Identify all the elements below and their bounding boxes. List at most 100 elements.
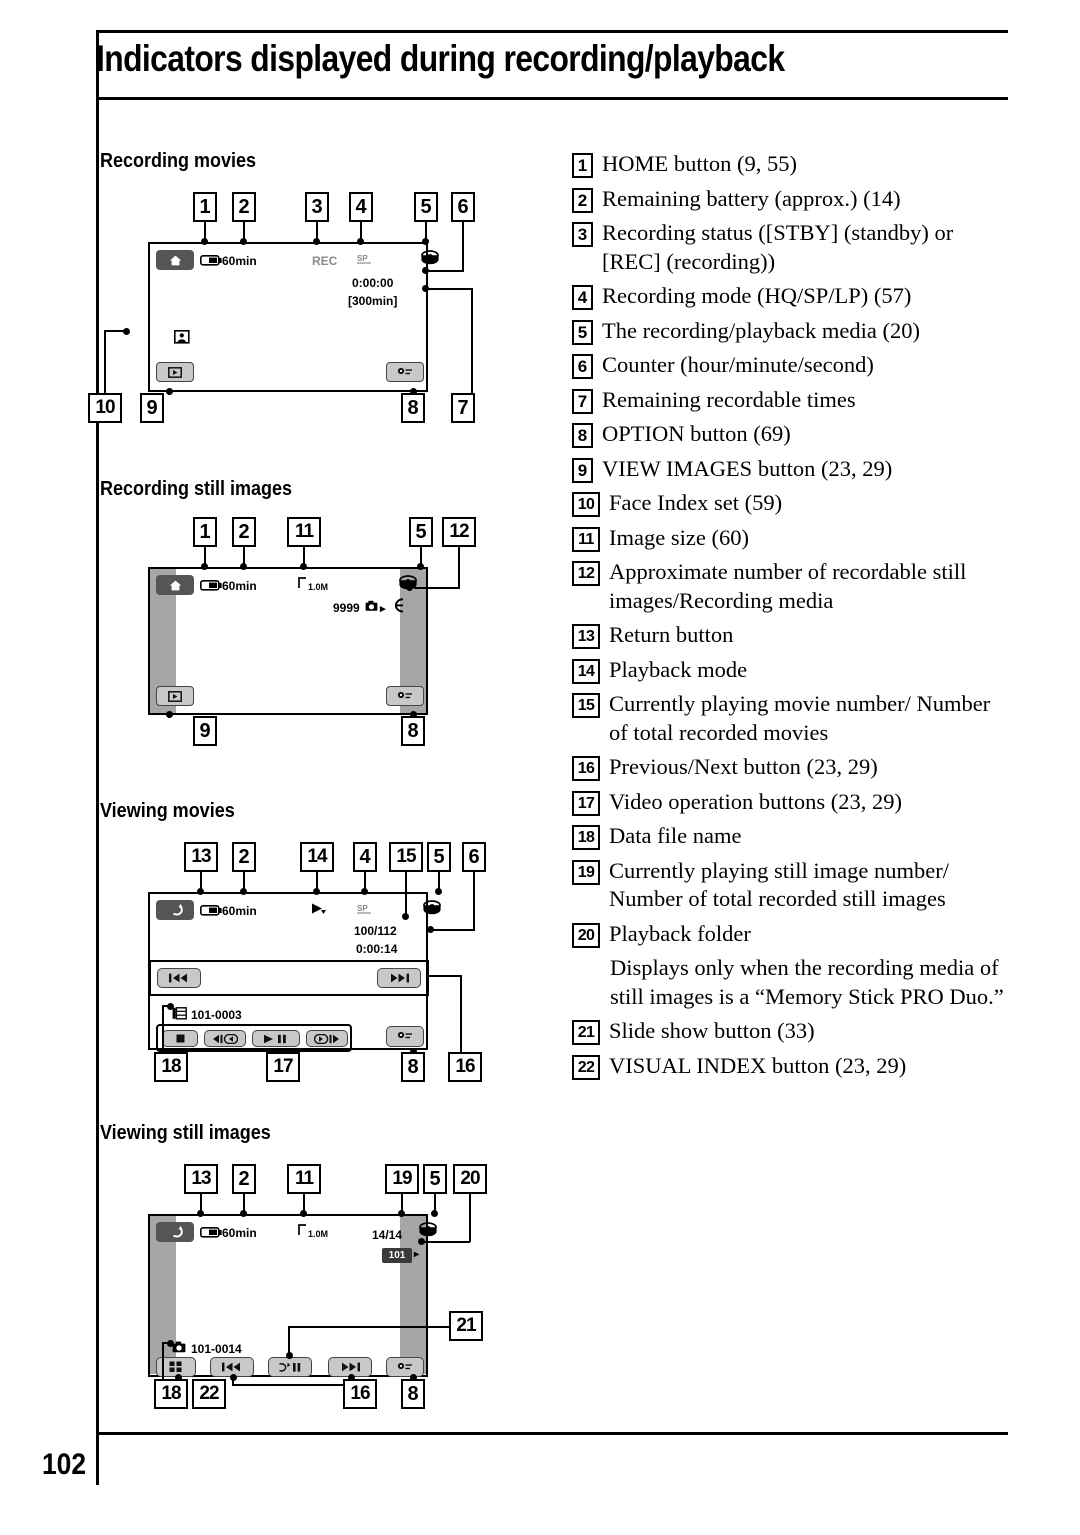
previous-icon	[222, 1362, 240, 1372]
view-images-button-still[interactable]	[156, 686, 194, 706]
callout-vs-22: 22	[192, 1379, 226, 1409]
legend-number: 9	[572, 457, 593, 483]
movie-file-icon	[172, 1007, 187, 1020]
home-icon	[169, 580, 181, 590]
leader-vs-20b	[424, 1241, 470, 1243]
legend-number: 15	[572, 693, 600, 718]
face-index-icon	[174, 330, 190, 344]
battery-icon	[200, 1227, 222, 1238]
anchor-dot-vs-20	[418, 1238, 425, 1245]
view-images-icon	[168, 690, 182, 702]
next-button[interactable]	[377, 968, 421, 988]
next-icon	[391, 973, 409, 983]
next-icon	[342, 1362, 360, 1372]
callout-2: 2	[232, 192, 256, 222]
anchor-dot-vs-5	[431, 1210, 438, 1217]
legend-item-17: 17 Video operation buttons (23, 29)	[572, 788, 1012, 817]
callout-vs-13: 13	[184, 1164, 218, 1194]
leader-vs-16b	[232, 1384, 350, 1386]
option-icon	[397, 1362, 412, 1369]
callout-vm-15: 15	[389, 842, 423, 872]
callout-vs-20: 20	[453, 1164, 487, 1194]
image-size-text: 1.0M	[308, 1229, 329, 1239]
home-button-still[interactable]	[156, 575, 194, 595]
option-button-still[interactable]	[386, 686, 424, 706]
legend-label: Approximate number of recordable still i…	[609, 559, 967, 613]
option-button-viewing-movies[interactable]	[386, 1026, 424, 1047]
view-images-button[interactable]	[156, 362, 194, 382]
callout-vm-5: 5	[427, 842, 451, 872]
legend-number: 11	[572, 526, 600, 552]
return-button-still[interactable]	[156, 1222, 194, 1242]
stop-icon	[176, 1034, 184, 1043]
recording-media-icon	[421, 250, 439, 265]
option-button-viewing-still[interactable]	[386, 1357, 424, 1377]
anchor-dot-7	[422, 285, 429, 292]
battery-icon	[200, 905, 222, 916]
callout-vs-18: 18	[154, 1379, 188, 1409]
anchor-dot-vm-6	[427, 926, 434, 933]
section-heading-viewing-movies: Viewing movies	[100, 800, 235, 822]
anchor-dot-1	[201, 238, 208, 245]
callout-vs-8: 8	[401, 1379, 425, 1409]
callout-still-5: 5	[409, 517, 433, 547]
anchor-dot-vm-13	[197, 888, 204, 895]
legend-item-13: 13 Return button	[572, 621, 1012, 650]
legend-item-12: 12 Approximate number of recordable stil…	[572, 558, 1012, 615]
slide-show-button[interactable]	[268, 1357, 312, 1377]
play-pause-button[interactable]	[252, 1030, 300, 1047]
battery-remaining-text: 60min	[222, 579, 257, 593]
recording-media-icon	[419, 1222, 437, 1237]
callout-still-8: 8	[401, 716, 425, 746]
legend-number: 2	[572, 187, 593, 213]
callout-3: 3	[305, 192, 329, 222]
anchor-dot-4	[357, 238, 364, 245]
rewind-button[interactable]	[204, 1030, 246, 1047]
option-button[interactable]	[386, 362, 424, 382]
legend-label: Video operation buttons (23, 29)	[609, 788, 902, 814]
legend-number: 13	[572, 624, 600, 649]
stop-button[interactable]	[162, 1030, 198, 1047]
leader-still-12a	[458, 547, 460, 589]
previous-button[interactable]	[157, 968, 201, 988]
diagram-recording-still-images: 1 2 11 5 12 9 8 60min 1.0M 9999 ▸	[96, 515, 496, 760]
legend-label: The recording/playback media (20)	[602, 317, 920, 343]
legend-number: 20	[572, 922, 600, 948]
return-button[interactable]	[156, 900, 194, 920]
counter-text: 0:00:00	[352, 276, 394, 290]
legend-number: 7	[572, 388, 593, 414]
anchor-dot-still-5	[417, 563, 424, 570]
play-pause-icon	[264, 1034, 286, 1043]
legend-number: 17	[572, 790, 600, 816]
data-file-name-text: 101-0003	[191, 1008, 242, 1022]
legend-label: Slide show button (33)	[609, 1018, 815, 1043]
anchor-dot-still-9	[166, 711, 173, 718]
anchor-dot-vs-21	[286, 1352, 293, 1359]
legend-item-10: 10 Face Index set (59)	[572, 489, 1012, 518]
leader-vs-21a	[288, 1326, 290, 1354]
callout-vm-4: 4	[353, 842, 377, 872]
legend-label: Recording mode (HQ/SP/LP) (57)	[602, 283, 912, 308]
legend-item-18: 18 Data file name	[572, 822, 1012, 851]
legend-label: Face Index set (59)	[609, 490, 783, 515]
leader-still-12b	[414, 587, 460, 589]
legend-item-22: 22 VISUAL INDEX button (23, 29)	[572, 1052, 1012, 1081]
leader-7b	[471, 288, 473, 395]
legend-number: 18	[572, 825, 600, 850]
legend-number: 12	[572, 561, 600, 586]
home-button[interactable]	[156, 250, 194, 270]
diagram-recording-movies: 1 2 3 4 5 6 10 9 8 7 60min REC SP 0:00:0…	[88, 190, 496, 440]
callout-7: 7	[451, 393, 475, 423]
prev-next-bar	[149, 960, 429, 996]
option-icon	[397, 367, 412, 374]
anchor-dot-vm-14	[313, 888, 320, 895]
leader-vs-18b	[162, 1342, 164, 1381]
legend-number: 1	[572, 153, 593, 178]
legend-item-5: 5 The recording/playback media (20)	[572, 317, 1012, 346]
image-number-text: 14/14	[372, 1228, 403, 1242]
battery-icon	[200, 580, 222, 591]
fast-forward-button[interactable]	[306, 1030, 348, 1047]
playback-mode-icon	[312, 903, 326, 914]
anchor-dot-vm-5	[435, 888, 442, 895]
legend-label: Currently playing still image number/ Nu…	[609, 857, 949, 912]
